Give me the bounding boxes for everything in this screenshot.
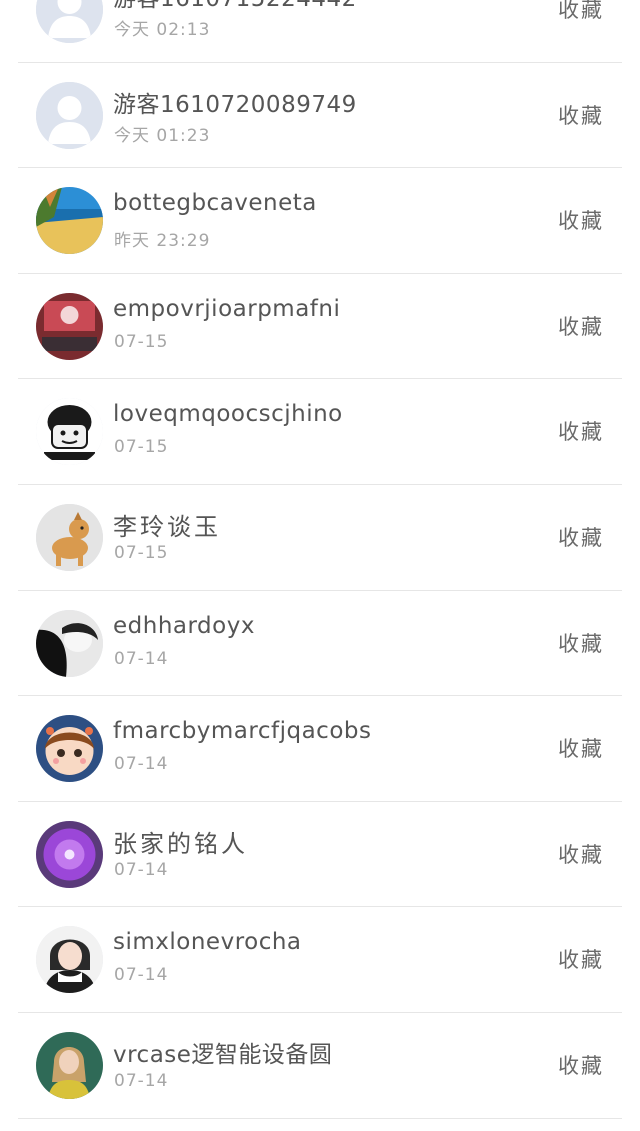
favorite-button[interactable]: 收藏 <box>558 839 604 869</box>
visitor-name[interactable]: fmarcbymarcfjqacobs <box>113 718 371 744</box>
visit-time: 07-15 <box>114 542 169 563</box>
visitor-name[interactable]: 游客1610720089749 <box>113 85 357 119</box>
favorite-button[interactable]: 收藏 <box>558 944 604 974</box>
cartoon-girl-avatar[interactable] <box>36 715 103 783</box>
visit-time: 07-14 <box>114 965 169 986</box>
row-divider <box>18 1117 622 1119</box>
favorite-button[interactable]: 收藏 <box>558 416 604 446</box>
visit-time: 昨天 23:29 <box>114 231 211 252</box>
visitor-row[interactable]: simxlonevrocha 07-14 收藏 <box>0 907 640 1013</box>
beach-avatar[interactable] <box>36 187 103 255</box>
green-portrait-avatar[interactable] <box>36 1031 103 1099</box>
visitor-name[interactable]: vrcase逻智能设备圆 <box>113 1035 332 1069</box>
visitor-name[interactable]: bottegbcaveneta <box>113 190 317 216</box>
bw-portrait-avatar[interactable] <box>36 609 103 677</box>
visitor-row[interactable]: fmarcbymarcfjqacobs 07-14 收藏 <box>0 696 640 802</box>
visitor-name[interactable]: 李玲谈玉 <box>113 507 221 542</box>
visitor-row[interactable]: 游客1610715224442 今天 02:13 收藏 <box>0 0 640 63</box>
red-room-avatar[interactable] <box>36 292 103 360</box>
visitor-name[interactable]: 张家的铭人 <box>113 824 248 859</box>
visit-time: 07-14 <box>114 754 169 775</box>
visit-time: 今天 01:23 <box>114 125 211 146</box>
dog-avatar[interactable] <box>36 503 103 571</box>
visitor-name[interactable]: empovrjioarpmafni <box>113 296 340 322</box>
visit-time: 07-14 <box>114 1070 169 1091</box>
visitor-list: 游客1610715224442今天 02:13收藏游客1610720089749… <box>0 0 640 1119</box>
favorite-button[interactable]: 收藏 <box>558 733 604 763</box>
visitor-row[interactable]: 游客1610720089749 今天 01:23 收藏 <box>0 63 640 169</box>
visitor-row[interactable]: 李玲谈玉 07-15 收藏 <box>0 485 640 591</box>
woman-portrait-avatar[interactable] <box>36 926 103 994</box>
visitor-name[interactable]: loveqmqoocscjhino <box>113 401 343 427</box>
favorite-button[interactable]: 收藏 <box>558 100 604 130</box>
favorite-button[interactable]: 收藏 <box>558 628 604 658</box>
visitor-row[interactable]: edhhardoyx 07-14 收藏 <box>0 591 640 697</box>
favorite-button[interactable]: 收藏 <box>558 0 604 24</box>
visitor-name[interactable]: 游客1610715224442 <box>113 0 357 13</box>
visitor-row[interactable]: 张家的铭人 07-14 收藏 <box>0 802 640 908</box>
visitor-row[interactable]: loveqmqoocscjhino 07-15 收藏 <box>0 379 640 485</box>
default-avatar-icon[interactable] <box>36 81 103 149</box>
visit-time: 07-14 <box>114 648 169 669</box>
meme-face-avatar[interactable] <box>36 398 103 466</box>
visitor-name[interactable]: simxlonevrocha <box>113 929 302 955</box>
visit-time: 07-15 <box>114 331 169 352</box>
favorite-button[interactable]: 收藏 <box>558 522 604 552</box>
visitor-row[interactable]: bottegbcaveneta 昨天 23:29 收藏 <box>0 168 640 274</box>
favorite-button[interactable]: 收藏 <box>558 205 604 235</box>
visit-time: 07-14 <box>114 859 169 880</box>
visitor-name[interactable]: edhhardoyx <box>113 613 255 639</box>
visitor-row[interactable]: empovrjioarpmafni 07-15 收藏 <box>0 274 640 380</box>
purple-flower-avatar[interactable] <box>36 820 103 888</box>
default-avatar-icon[interactable] <box>36 0 103 43</box>
favorite-button[interactable]: 收藏 <box>558 311 604 341</box>
favorite-button[interactable]: 收藏 <box>558 1050 604 1080</box>
visitor-row[interactable]: vrcase逻智能设备圆 07-14 收藏 <box>0 1013 640 1119</box>
visit-time: 07-15 <box>114 437 169 458</box>
visit-time: 今天 02:13 <box>114 20 211 40</box>
